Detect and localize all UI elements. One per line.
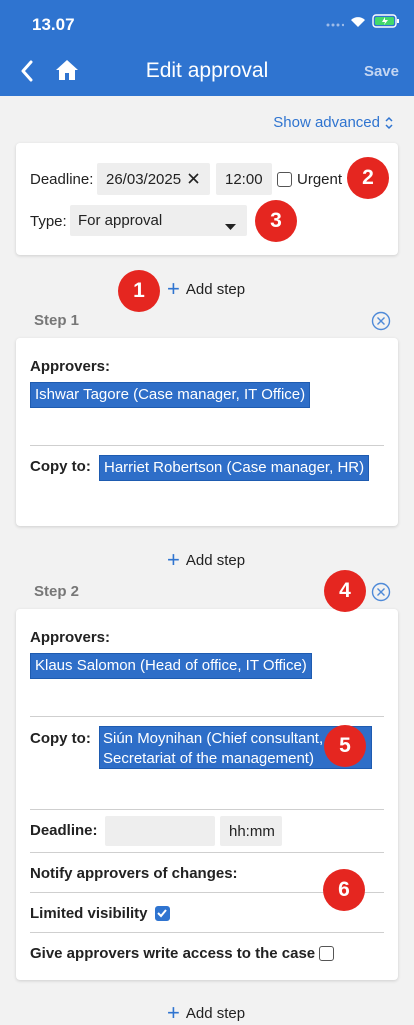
deadline-date-value: 26/03/2025 bbox=[106, 170, 182, 188]
urgent-label: Urgent bbox=[297, 171, 343, 188]
deadline-date-field[interactable]: 26/03/2025 bbox=[97, 163, 210, 195]
annotation-badge-6: 6 bbox=[323, 869, 365, 911]
copy-to-label: Copy to: bbox=[30, 458, 91, 475]
notify-approvers-label: Notify approvers of changes: bbox=[30, 865, 238, 882]
step-deadline-label: Deadline: bbox=[30, 822, 98, 839]
save-button[interactable]: Save bbox=[364, 63, 399, 80]
type-select[interactable]: For approval bbox=[70, 205, 247, 236]
annotation-badge-1: 1 bbox=[118, 270, 160, 312]
type-select-value: For approval bbox=[78, 212, 163, 229]
plus-icon: + bbox=[167, 276, 180, 301]
approvers-label: Approvers: bbox=[30, 629, 111, 646]
annotation-badge-5: 5 bbox=[324, 725, 366, 767]
show-advanced-label: Show advanced bbox=[273, 114, 380, 131]
approvers-label: Approvers: bbox=[30, 358, 111, 375]
remove-step-2-button[interactable] bbox=[371, 582, 391, 602]
step-deadline-date-field[interactable] bbox=[105, 816, 215, 846]
page-title: Edit approval bbox=[145, 59, 269, 82]
deadline-time-value: 12:00 bbox=[225, 170, 263, 188]
step-deadline-time-field[interactable]: hh:mm bbox=[220, 816, 282, 846]
settings-card: Deadline: 26/03/2025 12:00 Urgent Type: … bbox=[16, 143, 398, 255]
remove-circle-icon bbox=[371, 582, 391, 602]
divider bbox=[30, 932, 384, 933]
status-time: 13.07 bbox=[32, 15, 75, 34]
step-1-title: Step 1 bbox=[34, 312, 80, 329]
add-step-button[interactable]: + Add step bbox=[167, 1002, 245, 1024]
annotation-badge-4: 4 bbox=[324, 570, 366, 612]
deadline-time-field[interactable]: 12:00 bbox=[216, 163, 272, 195]
approver-chip[interactable]: Ishwar Tagore (Case manager, IT Office) bbox=[30, 382, 311, 408]
step-1-card: Approvers: Ishwar Tagore (Case manager, … bbox=[16, 338, 398, 526]
annotation-badge-3: 3 bbox=[255, 200, 297, 242]
signal-icon bbox=[326, 15, 345, 33]
deadline-label: Deadline: bbox=[30, 171, 94, 188]
divider bbox=[30, 445, 384, 446]
urgent-checkbox[interactable] bbox=[277, 172, 292, 187]
wifi-icon bbox=[350, 15, 366, 33]
divider bbox=[30, 809, 384, 810]
step-2-title: Step 2 bbox=[34, 583, 80, 600]
plus-icon: + bbox=[167, 1000, 180, 1025]
annotation-badge-2: 2 bbox=[347, 157, 389, 199]
checkmark-icon bbox=[157, 909, 167, 918]
time-placeholder: hh:mm bbox=[229, 822, 275, 840]
copy-to-chip[interactable]: Harriet Robertson (Case manager, HR) bbox=[99, 455, 370, 481]
status-icons bbox=[326, 14, 400, 33]
remove-step-1-button[interactable] bbox=[371, 311, 391, 331]
remove-circle-icon bbox=[371, 311, 391, 331]
add-step-label: Add step bbox=[185, 551, 246, 569]
battery-icon bbox=[372, 14, 400, 33]
expand-collapse-icon bbox=[385, 116, 393, 129]
limited-visibility-checkbox[interactable] bbox=[155, 906, 170, 921]
write-access-label: Give approvers write access to the case bbox=[30, 945, 316, 962]
limited-visibility-label: Limited visibility bbox=[30, 905, 148, 922]
copy-to-label: Copy to: bbox=[30, 730, 91, 747]
write-access-checkbox[interactable] bbox=[319, 946, 334, 961]
plus-icon: + bbox=[167, 547, 180, 572]
app-header: 13.07 Edit approval Save bbox=[0, 0, 414, 96]
add-step-label: Add step bbox=[185, 1004, 246, 1022]
divider bbox=[30, 716, 384, 717]
approver-chip[interactable]: Klaus Salomon (Head of office, IT Office… bbox=[30, 653, 312, 679]
add-step-button[interactable]: + Add step bbox=[167, 549, 245, 571]
add-step-label: Add step bbox=[185, 280, 246, 298]
chevron-down-icon bbox=[225, 217, 236, 234]
show-advanced-toggle[interactable]: Show advanced bbox=[273, 114, 394, 131]
clear-date-icon[interactable] bbox=[188, 171, 199, 188]
step-2-card: Approvers: Klaus Salomon (Head of office… bbox=[16, 609, 398, 980]
add-step-button[interactable]: + Add step bbox=[167, 278, 245, 300]
divider bbox=[30, 852, 384, 853]
type-label: Type: bbox=[30, 213, 67, 230]
